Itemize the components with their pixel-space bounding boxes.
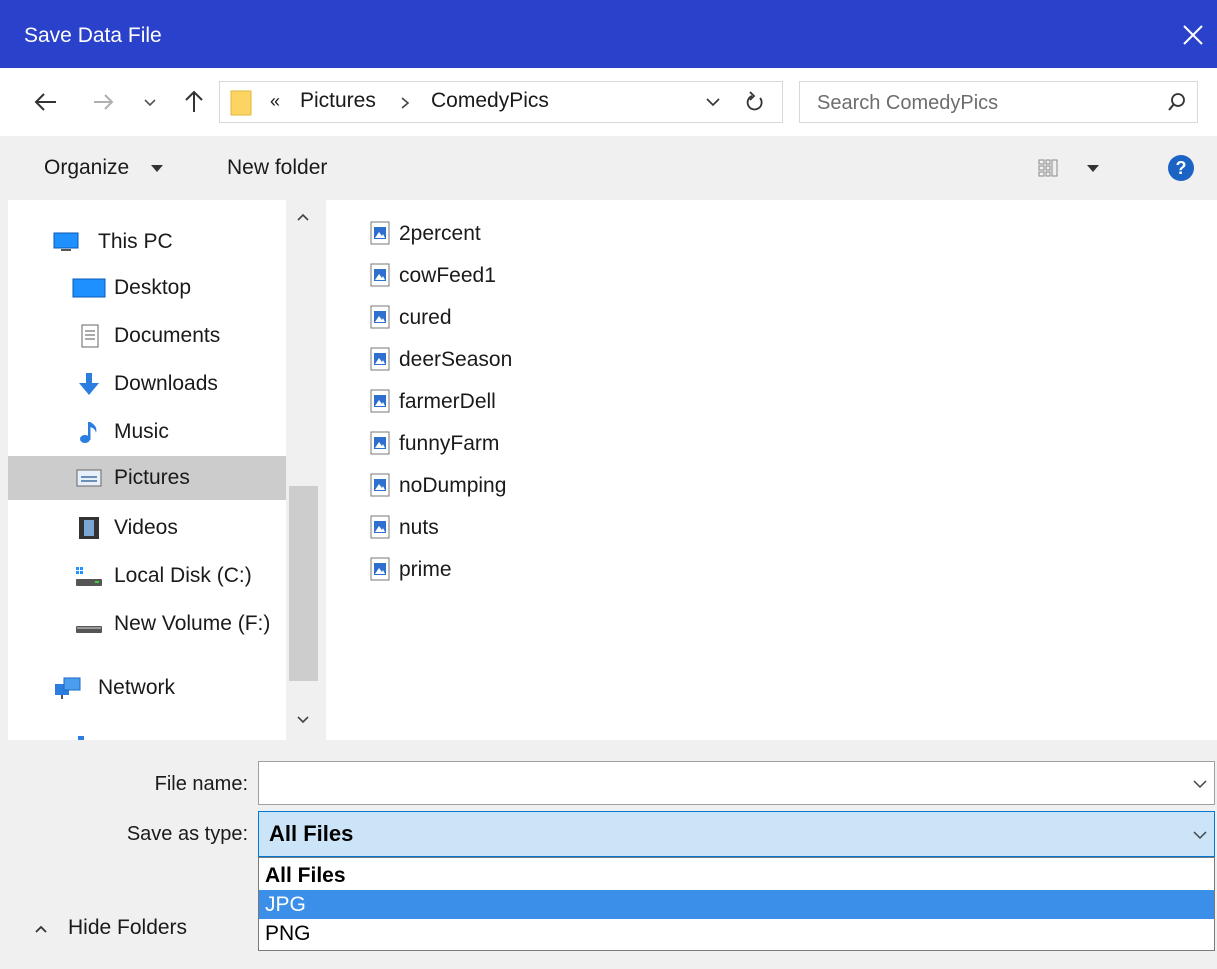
file-name: 2percent (399, 222, 481, 245)
organize-dropdown-icon[interactable] (148, 161, 166, 175)
file-item[interactable]: 2percent (370, 215, 570, 251)
file-name: cured (399, 306, 452, 329)
view-options-icon[interactable] (1036, 155, 1062, 181)
file-item[interactable]: cured (370, 299, 570, 335)
svg-text:?: ? (1176, 158, 1187, 178)
scroll-up-icon[interactable] (294, 210, 312, 224)
nav-item-videos[interactable]: Videos (8, 506, 286, 550)
downloads-icon (79, 373, 99, 395)
new-folder-button[interactable]: New folder (227, 156, 327, 180)
up-folder-icon[interactable] (180, 88, 208, 116)
image-file-icon (370, 515, 390, 539)
file-name: cowFeed1 (399, 264, 496, 287)
image-file-icon (370, 431, 390, 455)
save-as-type-label: Save as type: (126, 823, 248, 845)
file-name: farmerDell (399, 390, 496, 413)
file-name: prime (399, 558, 452, 581)
breadcrumb-separator-icon[interactable] (398, 95, 412, 111)
chevron-up-icon[interactable] (32, 922, 50, 936)
breadcrumb-comedypics[interactable]: ComedyPics (431, 89, 549, 113)
computer-icon (53, 232, 79, 251)
local-disk-icon (76, 567, 102, 586)
file-name-input[interactable] (258, 761, 1215, 805)
nav-item-new-volume[interactable]: New Volume (F:) (8, 602, 286, 646)
breadcrumb-overflow[interactable]: « (270, 91, 280, 112)
file-item[interactable]: cowFeed1 (370, 257, 570, 293)
title-bar (0, 0, 1217, 68)
address-dropdown-icon[interactable] (704, 94, 722, 110)
window-title: Save Data File (24, 24, 162, 47)
documents-icon (81, 324, 99, 348)
organize-button-label[interactable]: Organize (44, 156, 129, 180)
image-file-icon (370, 347, 390, 371)
file-item[interactable]: prime (370, 551, 570, 587)
file-name: noDumping (399, 474, 507, 497)
view-dropdown-icon[interactable] (1084, 161, 1102, 175)
image-file-icon (370, 389, 390, 413)
image-file-icon (370, 221, 390, 245)
save-as-type-dropdown-icon[interactable] (1192, 828, 1208, 842)
image-file-icon (370, 305, 390, 329)
folder-icon (230, 90, 252, 116)
file-item[interactable]: funnyFarm (370, 425, 570, 461)
file-name-dropdown-icon[interactable] (1192, 777, 1208, 791)
hide-folders-button[interactable]: Hide Folders (68, 916, 187, 940)
nav-scrollbar-thumb[interactable] (289, 486, 318, 681)
breadcrumb-pictures[interactable]: Pictures (300, 89, 376, 113)
image-file-icon (370, 473, 390, 497)
file-item[interactable]: deerSeason (370, 341, 570, 377)
help-icon[interactable]: ? (1167, 154, 1195, 182)
command-bar (0, 136, 1217, 200)
forward-icon[interactable] (90, 88, 118, 116)
nav-item-this-pc[interactable]: This PC (8, 220, 286, 264)
save-as-type-select[interactable]: All Files (258, 811, 1215, 857)
navigation-pane[interactable]: This PC Desktop Documents Downloads Musi… (8, 200, 318, 740)
image-file-icon (370, 557, 390, 581)
file-item[interactable]: noDumping (370, 467, 570, 503)
desktop-icon (72, 278, 106, 298)
file-name: deerSeason (399, 348, 513, 371)
nav-item-network[interactable]: Network (8, 666, 286, 710)
file-name-label: File name: (154, 773, 248, 795)
image-file-icon (370, 263, 390, 287)
search-icon[interactable] (1166, 91, 1188, 113)
nav-item-local-disk[interactable]: Local Disk (C:) (8, 554, 286, 598)
file-item[interactable]: farmerDell (370, 383, 570, 419)
pictures-icon (76, 469, 102, 487)
search-placeholder: Search ComedyPics (817, 92, 999, 114)
close-icon[interactable] (1180, 22, 1206, 48)
file-name: nuts (399, 516, 439, 539)
videos-icon (79, 517, 99, 539)
type-option-all-files[interactable]: All Files (259, 861, 1214, 890)
network-icon (55, 677, 81, 699)
nav-item-music[interactable]: Music (8, 410, 286, 454)
refresh-icon[interactable] (744, 90, 766, 114)
file-item[interactable]: nuts (370, 509, 570, 545)
scroll-down-icon[interactable] (294, 713, 312, 727)
nav-item-pictures[interactable]: Pictures (8, 456, 286, 500)
type-option-png[interactable]: PNG (259, 919, 1214, 948)
nav-item-documents[interactable]: Documents (8, 314, 286, 358)
drive-icon (76, 626, 102, 633)
type-option-jpg[interactable]: JPG (259, 890, 1214, 919)
music-icon (80, 422, 97, 443)
nav-item-downloads[interactable]: Downloads (8, 362, 286, 406)
save-as-type-value: All Files (269, 821, 354, 846)
search-input[interactable]: Search ComedyPics (799, 81, 1198, 123)
nav-item-desktop[interactable]: Desktop (8, 266, 286, 310)
recent-locations-icon[interactable] (140, 88, 160, 116)
back-icon[interactable] (32, 88, 60, 116)
file-name: funnyFarm (399, 432, 500, 455)
save-as-type-dropdown-list: All Files JPG PNG (258, 857, 1215, 951)
